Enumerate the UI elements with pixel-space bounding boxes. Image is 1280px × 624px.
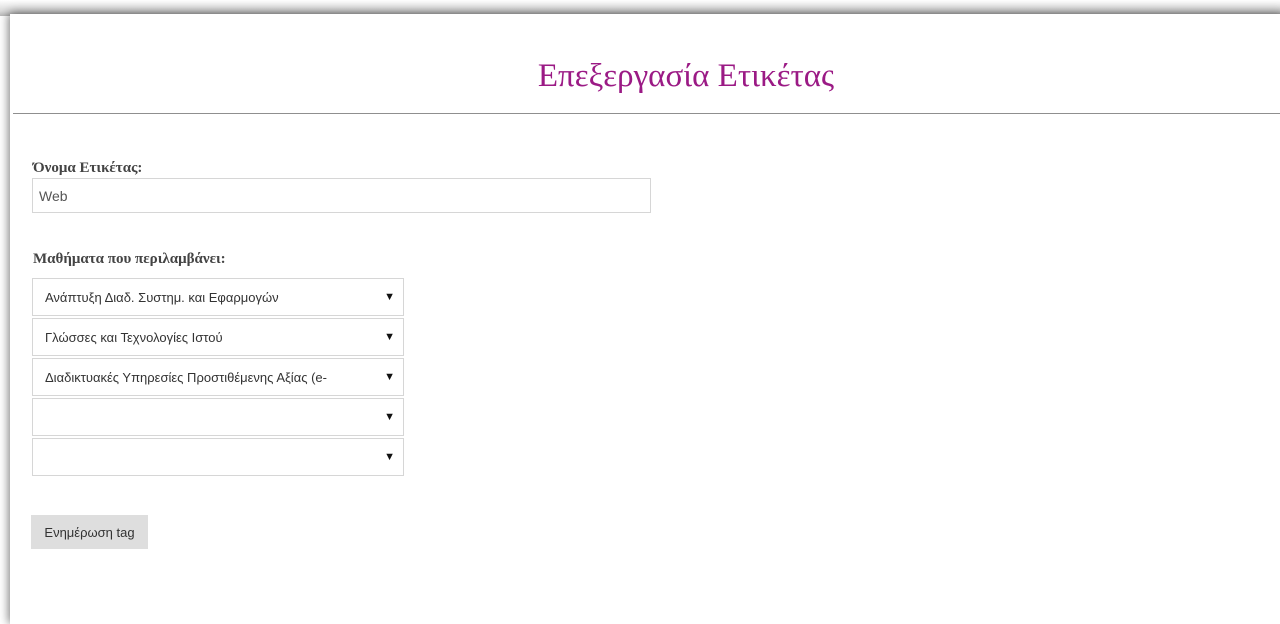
chevron-down-icon: ▼	[384, 331, 395, 343]
chevron-down-icon: ▼	[384, 371, 395, 383]
page-title: Επεξεργασία Ετικέτας	[537, 58, 835, 94]
chevron-down-icon: ▼	[384, 411, 395, 423]
course-select-2-value: Γλώσσες και Τεχνολογίες Ιστού	[45, 330, 223, 345]
tag-name-label: Όνομα Ετικέτας:	[33, 160, 143, 176]
courses-label: Μαθήματα που περιλαμβάνει:	[33, 251, 226, 267]
course-select-1[interactable]: Ανάπτυξη Διαδ. Συστημ. και Εφαρμογών ▼	[32, 278, 404, 316]
chevron-down-icon: ▼	[384, 291, 395, 303]
update-tag-button[interactable]: Ενημέρωση tag	[31, 515, 148, 549]
course-select-4[interactable]: ▼	[32, 398, 404, 436]
chevron-down-icon: ▼	[384, 451, 395, 463]
tag-name-input[interactable]	[32, 178, 651, 213]
course-select-5[interactable]: ▼	[32, 438, 404, 476]
course-select-3-value: Διαδικτυακές Υπηρεσίες Προστιθέμενης Αξί…	[45, 370, 327, 385]
course-select-3[interactable]: Διαδικτυακές Υπηρεσίες Προστιθέμενης Αξί…	[32, 358, 404, 396]
course-select-1-value: Ανάπτυξη Διαδ. Συστημ. και Εφαρμογών	[45, 290, 279, 305]
title-divider	[13, 113, 1280, 114]
course-select-2[interactable]: Γλώσσες και Τεχνολογίες Ιστού ▼	[32, 318, 404, 356]
